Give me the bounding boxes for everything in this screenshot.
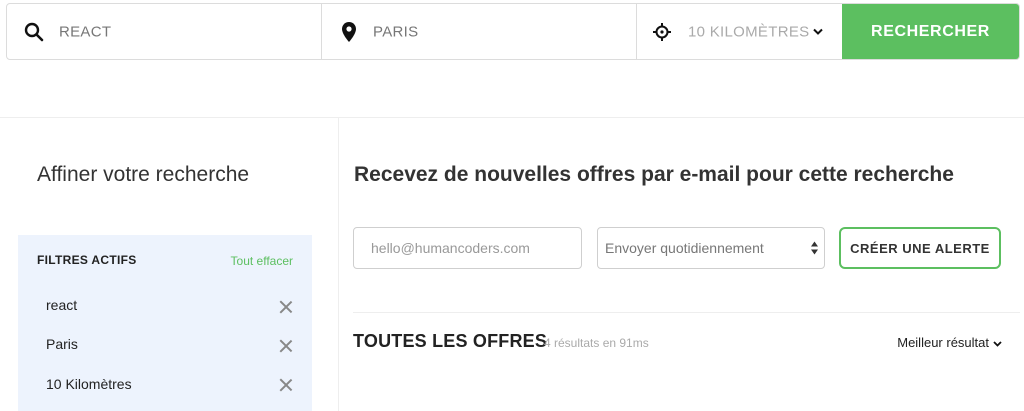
results-count: 4 résultats en 91ms bbox=[544, 336, 649, 350]
email-alert-title: Recevez de nouvelles offres par e-mail p… bbox=[354, 163, 954, 186]
filter-item-keyword: react bbox=[46, 297, 78, 313]
frequency-selected-value: Envoyer quotidiennement bbox=[605, 240, 764, 256]
search-bar: REACT PARIS 10 KILOMÈTRES RECHERCHER bbox=[6, 3, 1020, 60]
sort-select[interactable]: Meilleur résultat bbox=[897, 335, 1002, 350]
create-alert-button[interactable]: CRÉER UNE ALERTE bbox=[839, 227, 1001, 269]
chevron-down-icon bbox=[993, 335, 1002, 350]
active-filters-panel: FILTRES ACTIFS Tout effacer react Paris … bbox=[18, 235, 312, 411]
email-field[interactable]: hello@humancoders.com bbox=[353, 227, 582, 269]
email-placeholder: hello@humancoders.com bbox=[371, 240, 530, 256]
active-filters-heading: FILTRES ACTIFS bbox=[37, 253, 137, 267]
section-divider bbox=[0, 117, 1024, 118]
frequency-select[interactable]: Envoyer quotidiennement bbox=[597, 227, 825, 269]
crosshair-icon bbox=[653, 22, 671, 41]
keyword-value: REACT bbox=[59, 23, 112, 40]
search-submit-button[interactable]: RECHERCHER bbox=[842, 4, 1019, 59]
map-pin-icon bbox=[342, 21, 356, 42]
filter-item-location: Paris bbox=[46, 336, 78, 352]
close-icon[interactable] bbox=[279, 339, 293, 353]
results-title: TOUTES LES OFFRES bbox=[353, 331, 548, 351]
sidebar-title: Affiner votre recherche bbox=[37, 163, 250, 186]
close-icon[interactable] bbox=[279, 378, 293, 392]
close-icon[interactable] bbox=[279, 300, 293, 314]
radius-value: 10 KILOMÈTRES bbox=[688, 23, 810, 40]
results-divider bbox=[353, 312, 1020, 313]
keyword-field[interactable]: REACT bbox=[7, 4, 322, 59]
chevron-down-icon bbox=[813, 28, 823, 35]
filter-item-radius: 10 Kilomètres bbox=[46, 376, 132, 392]
location-value: PARIS bbox=[373, 23, 419, 40]
sort-label: Meilleur résultat bbox=[897, 335, 989, 350]
radius-select[interactable]: 10 KILOMÈTRES bbox=[637, 4, 842, 59]
search-icon bbox=[24, 22, 44, 42]
location-field[interactable]: PARIS bbox=[322, 4, 637, 59]
column-divider bbox=[338, 118, 339, 411]
clear-all-filters-link[interactable]: Tout effacer bbox=[231, 254, 293, 268]
select-arrows-icon bbox=[811, 241, 818, 255]
